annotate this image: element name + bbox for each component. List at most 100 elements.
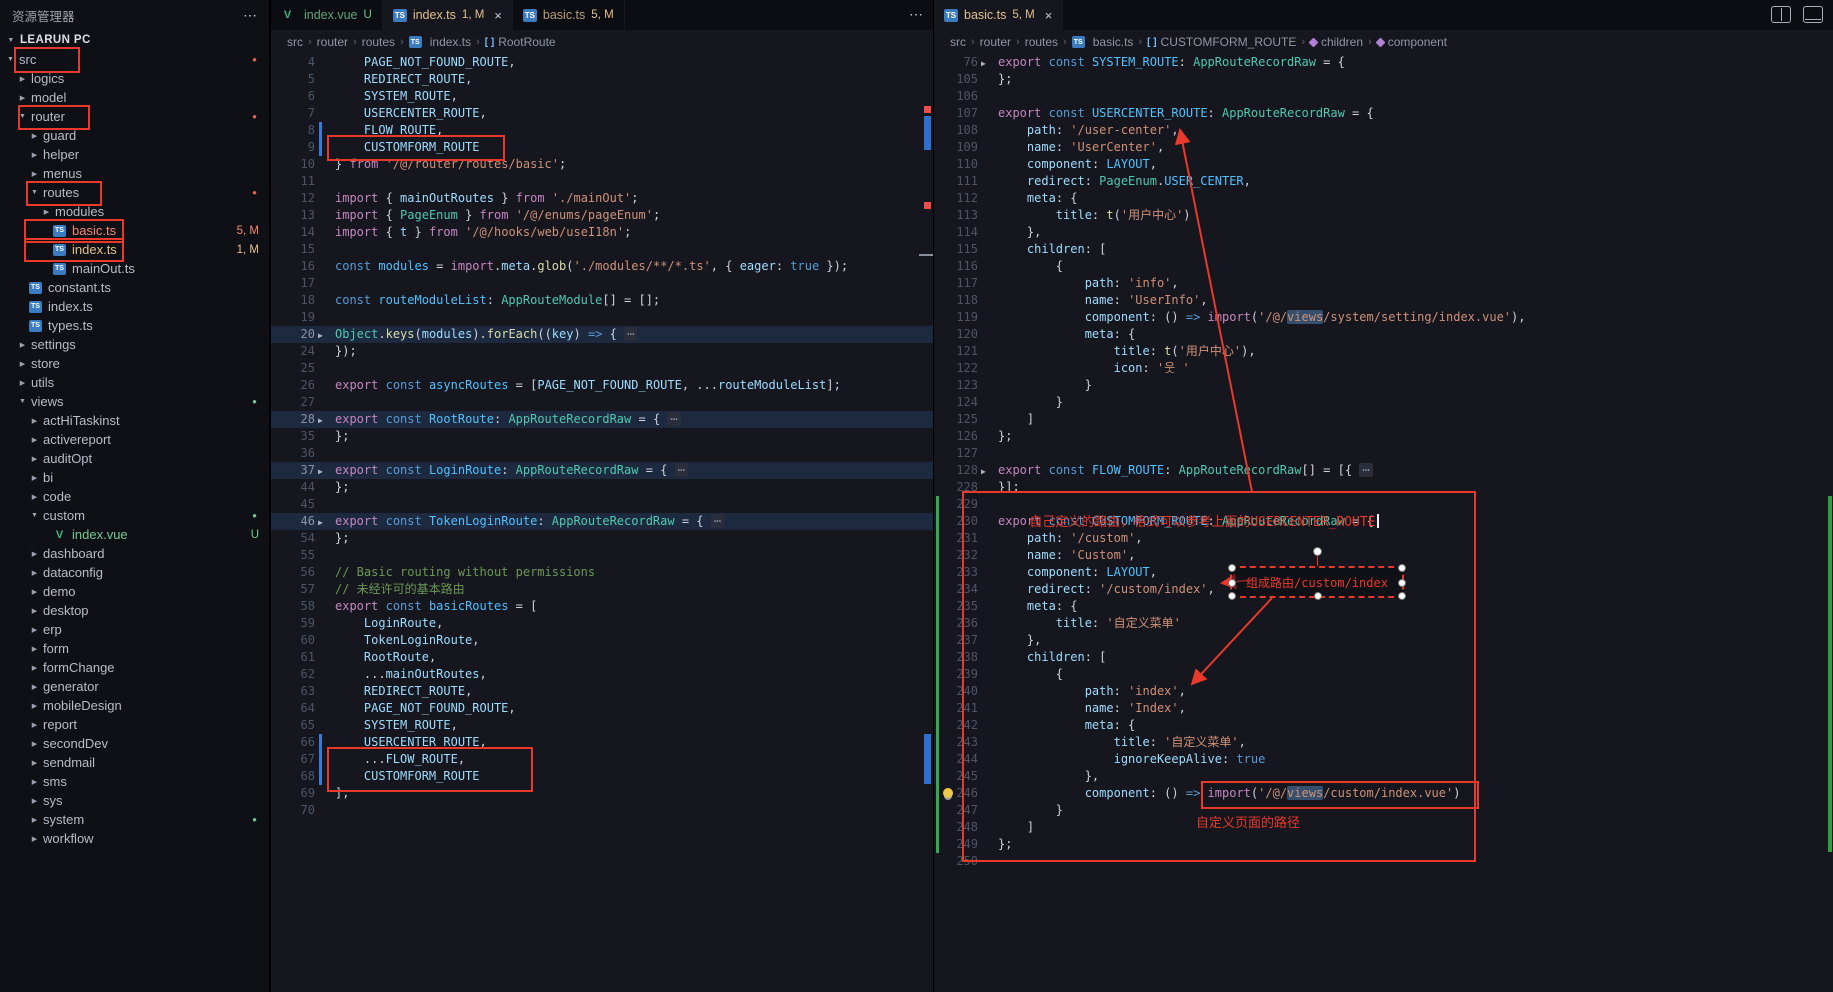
code-editor-index-ts[interactable]: 4 PAGE_NOT_FOUND_ROUTE,5 REDIRECT_ROUTE,… (271, 54, 933, 992)
line-number[interactable]: 240 (934, 683, 978, 700)
line-number[interactable]: 44 (271, 479, 315, 496)
line-number[interactable]: 26 (271, 377, 315, 394)
line-number[interactable]: 65 (271, 717, 315, 734)
code-line-26[interactable]: 26export const asyncRoutes = [PAGE_NOT_F… (271, 377, 933, 394)
line-number[interactable]: 244 (934, 751, 978, 768)
tree-item-index.ts[interactable]: TSindex.ts (0, 297, 269, 316)
tree-item-dataconfig[interactable]: ▶dataconfig (0, 563, 269, 582)
line-number[interactable]: 55 (271, 547, 315, 564)
code-line-109[interactable]: 109 name: 'UserCenter', (934, 139, 1833, 156)
code-line-121[interactable]: 121 title: t('用户中心'), (934, 343, 1833, 360)
line-number[interactable]: 24 (271, 343, 315, 360)
line-number[interactable]: 61 (271, 649, 315, 666)
code-line-10[interactable]: 10} from '/@/router/routes/basic'; (271, 156, 933, 173)
code-line-114[interactable]: 114 }, (934, 224, 1833, 241)
tree-item-mobileDesign[interactable]: ▶mobileDesign (0, 696, 269, 715)
code-line-110[interactable]: 110 component: LAYOUT, (934, 156, 1833, 173)
resize-handle[interactable] (1314, 592, 1322, 600)
tree-item-desktop[interactable]: ▶desktop (0, 601, 269, 620)
line-number[interactable]: 7 (271, 105, 315, 122)
line-number[interactable]: 11 (271, 173, 315, 190)
line-number[interactable]: 64 (271, 700, 315, 717)
code-line-58[interactable]: 58export const basicRoutes = [ (271, 598, 933, 615)
line-number[interactable]: 36 (271, 445, 315, 462)
line-number[interactable]: 125 (934, 411, 978, 428)
code-line-236[interactable]: 236 title: '自定义菜单' (934, 615, 1833, 632)
line-number[interactable]: 16 (271, 258, 315, 275)
line-number[interactable]: 8 (271, 122, 315, 139)
line-number[interactable]: 230 (934, 513, 978, 530)
line-number[interactable]: 119 (934, 309, 978, 326)
code-line-242[interactable]: 242 meta: { (934, 717, 1833, 734)
line-number[interactable]: 62 (271, 666, 315, 683)
line-number[interactable]: 115 (934, 241, 978, 258)
code-line-62[interactable]: 62 ...mainOutRoutes, (271, 666, 933, 683)
tree-item-auditOpt[interactable]: ▶auditOpt (0, 449, 269, 468)
tree-item-code[interactable]: ▶code (0, 487, 269, 506)
line-number[interactable]: 124 (934, 394, 978, 411)
code-line-35[interactable]: 35}; (271, 428, 933, 445)
code-line-56[interactable]: 56// Basic routing without permissions (271, 564, 933, 581)
tree-item-report[interactable]: ▶report (0, 715, 269, 734)
code-line-24[interactable]: 24}); (271, 343, 933, 360)
line-number[interactable]: 229 (934, 496, 978, 513)
code-line-9[interactable]: 9 CUSTOMFORM_ROUTE (271, 139, 933, 156)
tree-item-helper[interactable]: ▶helper (0, 145, 269, 164)
code-line-27[interactable]: 27 (271, 394, 933, 411)
code-line-124[interactable]: 124 } (934, 394, 1833, 411)
code-line-120[interactable]: 120 meta: { (934, 326, 1833, 343)
code-line-232[interactable]: 232 name: 'Custom', (934, 547, 1833, 564)
tree-item-guard[interactable]: ▶guard (0, 126, 269, 145)
tree-item-bi[interactable]: ▶bi (0, 468, 269, 487)
code-line-117[interactable]: 117 path: 'info', (934, 275, 1833, 292)
code-line-108[interactable]: 108 path: '/user-center', (934, 122, 1833, 139)
line-number[interactable]: 76 (934, 54, 978, 71)
tree-item-generator[interactable]: ▶generator (0, 677, 269, 696)
breadcrumb-item-children[interactable]: children (1310, 35, 1363, 49)
tree-item-basic.ts[interactable]: TSbasic.ts5, M (0, 221, 269, 240)
code-line-17[interactable]: 17 (271, 275, 933, 292)
line-number[interactable]: 232 (934, 547, 978, 564)
line-number[interactable]: 108 (934, 122, 978, 139)
tree-item-form[interactable]: ▶form (0, 639, 269, 658)
code-line-70[interactable]: 70 (271, 802, 933, 819)
line-number[interactable]: 10 (271, 156, 315, 173)
line-number[interactable]: 243 (934, 734, 978, 751)
code-line-115[interactable]: 115 children: [ (934, 241, 1833, 258)
code-line-248[interactable]: 248 ] (934, 819, 1833, 836)
line-number[interactable]: 25 (271, 360, 315, 377)
tree-item-demo[interactable]: ▶demo (0, 582, 269, 601)
code-line-122[interactable]: 122 icon: '웃 ' (934, 360, 1833, 377)
line-number[interactable]: 66 (271, 734, 315, 751)
code-line-12[interactable]: 12import { mainOutRoutes } from './mainO… (271, 190, 933, 207)
code-line-76[interactable]: 76▶export const SYSTEM_ROUTE: AppRouteRe… (934, 54, 1833, 71)
code-line-106[interactable]: 106 (934, 88, 1833, 105)
line-number[interactable]: 63 (271, 683, 315, 700)
line-number[interactable]: 126 (934, 428, 978, 445)
line-number[interactable]: 113 (934, 207, 978, 224)
code-line-123[interactable]: 123 } (934, 377, 1833, 394)
code-line-237[interactable]: 237 }, (934, 632, 1833, 649)
tree-item-secondDev[interactable]: ▶secondDev (0, 734, 269, 753)
tree-item-actHiTaskinst[interactable]: ▶actHiTaskinst (0, 411, 269, 430)
line-number[interactable]: 245 (934, 768, 978, 785)
code-line-107[interactable]: 107export const USERCENTER_ROUTE: AppRou… (934, 105, 1833, 122)
code-line-238[interactable]: 238 children: [ (934, 649, 1833, 666)
resize-handle[interactable] (1398, 564, 1406, 572)
code-line-246[interactable]: 246 component: () => import('/@/views/cu… (934, 785, 1833, 802)
line-number[interactable]: 247 (934, 802, 978, 819)
tree-item-menus[interactable]: ▶menus (0, 164, 269, 183)
fold-icon[interactable]: ▶ (318, 412, 323, 429)
line-number[interactable]: 117 (934, 275, 978, 292)
code-line-113[interactable]: 113 title: t('用户中心') (934, 207, 1833, 224)
line-number[interactable]: 27 (271, 394, 315, 411)
line-number[interactable]: 59 (271, 615, 315, 632)
code-line-7[interactable]: 7 USERCENTER_ROUTE, (271, 105, 933, 122)
line-number[interactable]: 123 (934, 377, 978, 394)
code-line-228[interactable]: 228}]; (934, 479, 1833, 496)
code-line-243[interactable]: 243 title: '自定义菜单', (934, 734, 1833, 751)
resize-handle[interactable] (1228, 564, 1236, 572)
code-line-57[interactable]: 57// 未经许可的基本路由 (271, 581, 933, 598)
tree-item-workflow[interactable]: ▶workflow (0, 829, 269, 848)
code-line-37[interactable]: 37▶export const LoginRoute: AppRouteReco… (271, 462, 933, 479)
